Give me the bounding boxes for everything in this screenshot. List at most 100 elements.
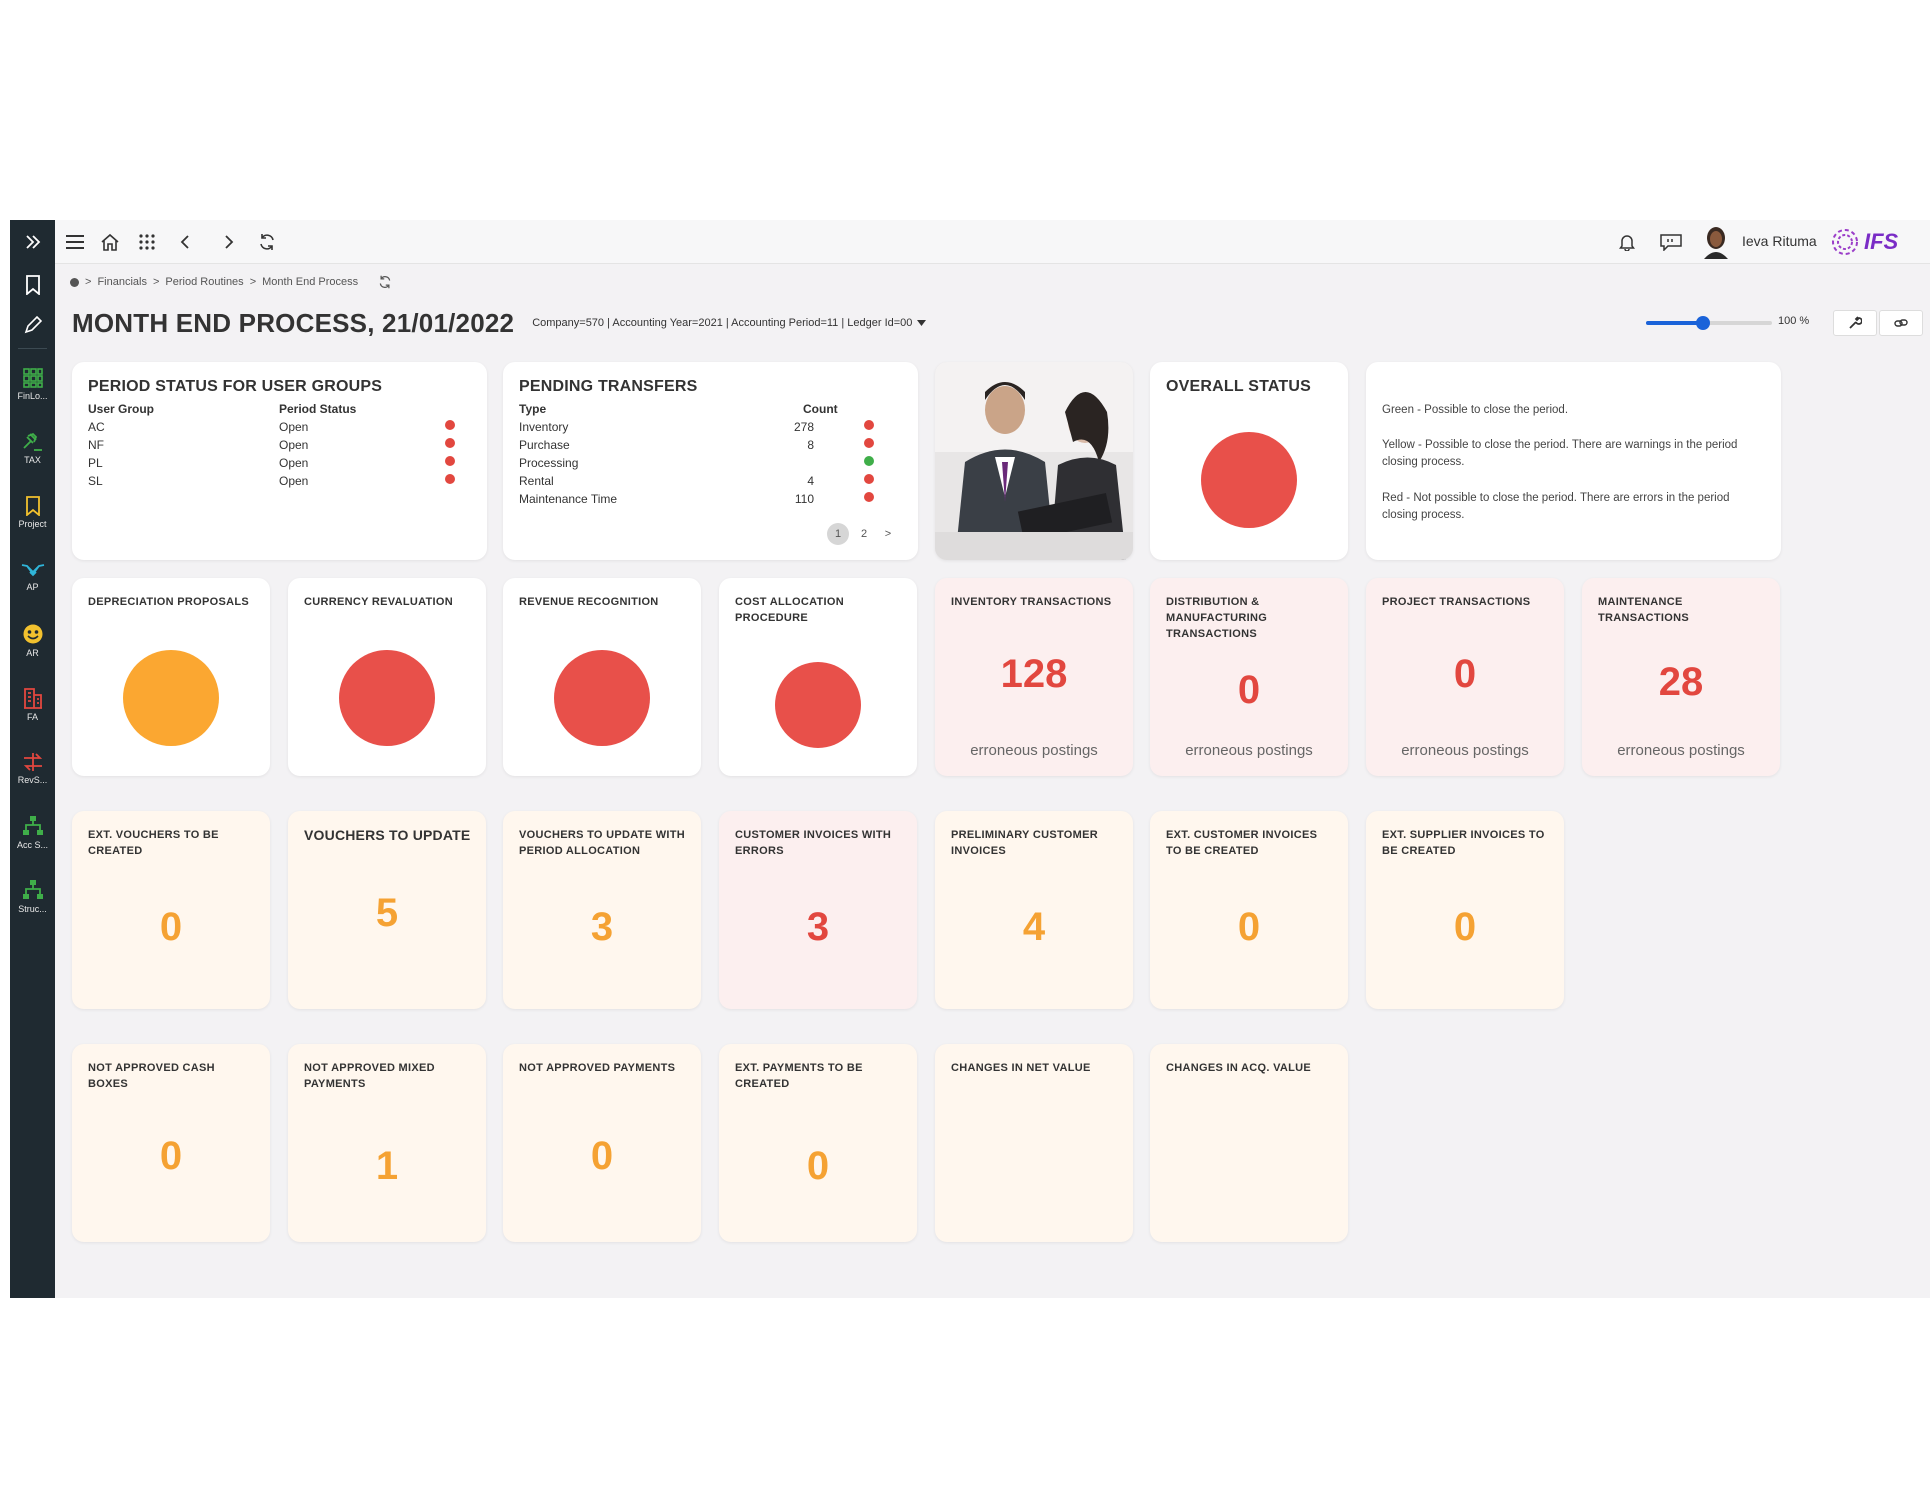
forward-button[interactable]: [217, 230, 241, 254]
double-chevron-right-icon: [25, 235, 40, 249]
metric-value: 0: [1237, 905, 1261, 949]
ifs-logo-icon: [1832, 229, 1858, 255]
metric-card[interactable]: VOUCHERS TO UPDATE WITH PERIOD ALLOCATIO…: [503, 811, 701, 1009]
breadcrumb-separator-icon: >: [249, 276, 257, 288]
metric-card[interactable]: CHANGES IN ACQ. VALUE: [1150, 1044, 1348, 1242]
table-row: PL Open: [88, 456, 471, 474]
pagination-next[interactable]: >: [877, 523, 899, 545]
pencil-icon: [24, 316, 42, 334]
card-title: PRELIMINARY CUSTOMER INVOICES: [951, 829, 1098, 857]
breadcrumb-item: Month End Process: [262, 276, 359, 288]
menu-button[interactable]: [63, 230, 87, 254]
breadcrumb-item[interactable]: Financials: [97, 276, 147, 288]
rail-item-ar[interactable]: AR: [10, 614, 55, 666]
zoom-slider-fill: [1646, 321, 1703, 325]
metric-card[interactable]: EXT. VOUCHERS TO BE CREATED 0: [72, 811, 270, 1009]
notifications-button[interactable]: [1615, 230, 1639, 254]
rail-item-label: FinLo...: [17, 390, 48, 401]
pagination-page-1[interactable]: 1: [827, 523, 849, 545]
transactions-card[interactable]: PROJECT TRANSACTIONS 0 erroneous postings: [1366, 578, 1564, 776]
metric-card[interactable]: CUSTOMER INVOICES WITH ERRORS 3: [719, 811, 917, 1009]
rail-item-acc-s[interactable]: Acc S...: [10, 806, 55, 858]
transactions-card[interactable]: INVENTORY TRANSACTIONS 128 erroneous posti…: [935, 578, 1133, 776]
navigation-rail: FinLo... TAX Project AP AR FA RevS... Ac…: [10, 220, 55, 1298]
transactions-card[interactable]: MAINTENANCE TRANSACTIONS 28 erroneous post…: [1582, 578, 1780, 776]
metric-card[interactable]: VOUCHERS TO UPDATE 5: [288, 811, 486, 1009]
metric-card[interactable]: NOT APPROVED CASH BOXES 0: [72, 1044, 270, 1242]
card-title: COST ALLOCATION PROCEDURE: [735, 596, 844, 624]
zoom-level: 100 %: [1778, 315, 1810, 327]
breadcrumb-item[interactable]: Period Routines: [165, 276, 243, 288]
column-header-count: Count: [803, 402, 838, 416]
pagination-page-2[interactable]: 2: [853, 523, 875, 545]
rail-item-revs[interactable]: RevS...: [10, 742, 55, 794]
bookmarks-button[interactable]: [10, 270, 55, 300]
refresh-icon[interactable]: [378, 275, 392, 289]
top-bar: Ieva Rituma IFS: [55, 220, 1930, 264]
context-selector[interactable]: Company=570 | Accounting Year=2021 | Acc…: [532, 317, 927, 329]
user-name[interactable]: Ieva Rituma: [1742, 233, 1817, 249]
rail-item-project[interactable]: Project: [10, 486, 55, 538]
zoom-slider[interactable]: [1646, 316, 1772, 330]
metric-card[interactable]: PRELIMINARY CUSTOMER INVOICES 4: [935, 811, 1133, 1009]
status-indicator: [775, 662, 861, 748]
rail-item-fa[interactable]: FA: [10, 678, 55, 730]
hierarchy-icon: [22, 815, 43, 835]
table-row: Maintenance Time 110: [519, 492, 902, 510]
card-title: PROJECT TRANSACTIONS: [1382, 596, 1531, 608]
rail-item-label: FA: [26, 711, 38, 722]
card-title: DISTRIBUTION & MANUFACTURING TRANSACTION…: [1166, 596, 1268, 640]
metric-card[interactable]: NOT APPROVED PAYMENTS 0: [503, 1044, 701, 1242]
context-text: Company=570 | Accounting Year=2021 | Acc…: [532, 317, 913, 329]
period-status-cell: Open: [279, 456, 309, 470]
legend-green: Green - Possible to close the period.: [1382, 404, 1569, 416]
card-title: REVENUE RECOGNITION: [519, 596, 659, 608]
bell-icon: [1619, 235, 1635, 251]
transactions-card[interactable]: DISTRIBUTION & MANUFACTURING TRANSACTION…: [1150, 578, 1348, 776]
share-button[interactable]: [1879, 310, 1923, 336]
bookmark-icon: [25, 275, 40, 295]
table-row: AC Open: [88, 420, 471, 438]
metric-value: 0: [159, 1134, 183, 1178]
rail-item-finlo[interactable]: FinLo...: [10, 358, 55, 410]
transfer-type-cell: Processing: [519, 456, 579, 470]
rail-item-struc[interactable]: Struc...: [10, 870, 55, 922]
metric-card[interactable]: EXT. SUPPLIER INVOICES TO BE CREATED 0: [1366, 811, 1564, 1009]
table-row: Processing: [519, 456, 902, 474]
rail-item-label: Acc S...: [16, 839, 48, 850]
metric-card[interactable]: NOT APPROVED MIXED PAYMENTS 1: [288, 1044, 486, 1242]
metric-value: 0: [159, 905, 183, 949]
edit-button[interactable]: [10, 310, 55, 340]
ifs-logo: IFS: [1830, 227, 1898, 257]
breadcrumb-separator-icon: >: [152, 276, 160, 288]
status-dot: [864, 474, 874, 484]
metric-card[interactable]: CHANGES IN NET VALUE: [935, 1044, 1133, 1242]
feedback-button[interactable]: [1659, 230, 1683, 254]
app-window: FinLo... TAX Project AP AR FA RevS... Ac…: [10, 220, 1930, 1298]
card-title: EXT. CUSTOMER INVOICES TO BE CREATED: [1166, 829, 1318, 857]
card-title: EXT. SUPPLIER INVOICES TO BE CREATED: [1382, 829, 1545, 857]
apps-button[interactable]: [135, 230, 159, 254]
status-dot: [864, 456, 874, 466]
expand-rail-button[interactable]: [10, 228, 55, 256]
metric-card[interactable]: EXT. CUSTOMER INVOICES TO BE CREATED 0: [1150, 811, 1348, 1009]
settings-button[interactable]: [1833, 310, 1877, 336]
rail-item-tax[interactable]: TAX: [10, 422, 55, 474]
rail-item-ap[interactable]: AP: [10, 550, 55, 602]
transfer-count-cell: 8: [807, 438, 814, 452]
metric-value: 0: [806, 1144, 830, 1188]
home-button[interactable]: [98, 230, 122, 254]
card-title: EXT. PAYMENTS TO BE CREATED: [735, 1062, 863, 1090]
transfer-type-cell: Maintenance Time: [519, 492, 618, 506]
back-button[interactable]: [173, 230, 197, 254]
table-row: Purchase 8: [519, 438, 902, 456]
card-title: VOUCHERS TO UPDATE: [304, 827, 471, 843]
metric-card[interactable]: EXT. PAYMENTS TO BE CREATED 0: [719, 1044, 917, 1242]
metric-caption: erroneous postings: [1401, 742, 1529, 759]
zoom-slider-thumb[interactable]: [1695, 316, 1710, 330]
caret-down-icon: [917, 320, 927, 326]
column-header-user-group: User Group: [88, 402, 155, 416]
user-avatar-button[interactable]: [1700, 226, 1732, 259]
refresh-button[interactable]: [255, 230, 279, 254]
rail-item-label: AP: [26, 581, 39, 592]
